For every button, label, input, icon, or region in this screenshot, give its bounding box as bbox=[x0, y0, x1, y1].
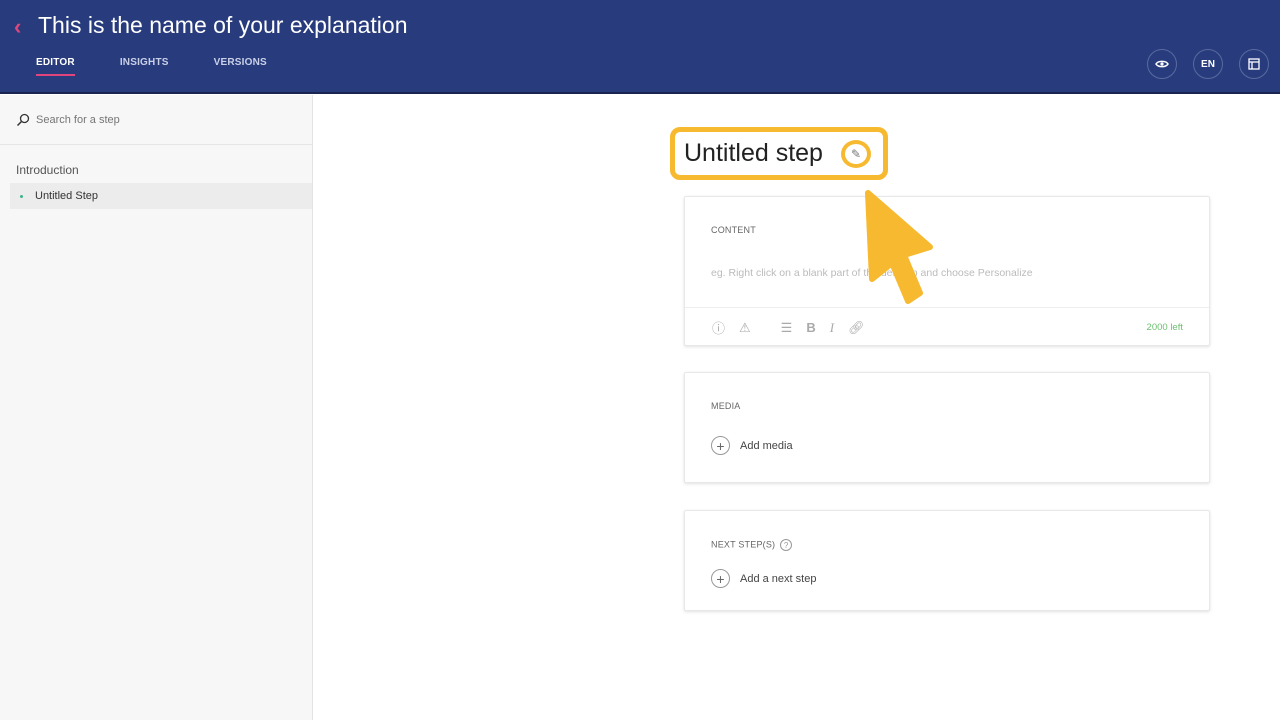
content-label: CONTENT bbox=[711, 225, 756, 235]
chevron-left-icon[interactable]: ‹ bbox=[14, 14, 21, 40]
page-title: This is the name of your explanation bbox=[38, 12, 408, 38]
warning-icon[interactable]: ⚠ bbox=[739, 320, 751, 336]
header: ‹ This is the name of your explanation E… bbox=[0, 0, 1280, 94]
add-next-step-label: Add a next step bbox=[740, 572, 817, 585]
add-media-label: Add media bbox=[740, 439, 793, 452]
help-icon[interactable]: ? bbox=[780, 539, 793, 551]
sidebar-item-label: Untitled Step bbox=[35, 190, 98, 202]
chars-left: 2000 left bbox=[1146, 322, 1183, 333]
search-icon bbox=[16, 113, 30, 126]
search-input[interactable] bbox=[36, 113, 178, 126]
step-title-text: Untitled step bbox=[684, 139, 823, 167]
layout-button[interactable] bbox=[1239, 49, 1269, 79]
tab-versions[interactable]: VERSIONS bbox=[214, 57, 267, 76]
plus-icon: + bbox=[711, 436, 730, 455]
next-steps-card: NEXT STEP(S)? + Add a next step bbox=[684, 510, 1210, 611]
preview-button[interactable] bbox=[1147, 49, 1177, 79]
format-toolbar: ⓘ ⚠ ☰ B I 🔗︎ bbox=[685, 307, 1209, 347]
list-icon[interactable]: ☰ bbox=[781, 320, 793, 336]
tab-insights[interactable]: INSIGHTS bbox=[120, 57, 169, 76]
add-next-step-button[interactable]: + Add a next step bbox=[711, 569, 816, 588]
info-icon[interactable]: ⓘ bbox=[712, 318, 725, 337]
bullet-icon bbox=[20, 194, 23, 198]
sidebar: Introduction Untitled Step bbox=[0, 95, 313, 720]
pointer-arrow-icon bbox=[865, 190, 933, 304]
media-label: MEDIA bbox=[711, 401, 741, 411]
plus-icon: + bbox=[711, 569, 730, 588]
media-card: MEDIA + Add media bbox=[684, 372, 1210, 483]
link-icon[interactable]: 🔗︎ bbox=[848, 320, 865, 336]
add-media-button[interactable]: + Add media bbox=[711, 436, 793, 455]
search-bar bbox=[0, 95, 312, 145]
tab-editor[interactable]: EDITOR bbox=[36, 57, 75, 76]
pencil-icon[interactable]: ✎ bbox=[841, 140, 871, 168]
eye-icon bbox=[1155, 60, 1169, 68]
sidebar-item-untitled-step[interactable]: Untitled Step bbox=[10, 183, 312, 209]
layout-icon bbox=[1248, 58, 1260, 70]
italic-icon[interactable]: I bbox=[830, 320, 834, 336]
section-title: Introduction bbox=[16, 163, 79, 177]
bold-icon[interactable]: B bbox=[806, 320, 815, 335]
tabs: EDITOR INSIGHTS VERSIONS bbox=[36, 57, 312, 76]
language-button[interactable]: EN bbox=[1193, 49, 1223, 79]
content-card: CONTENT eg. Right click on a blank part … bbox=[684, 196, 1210, 346]
next-steps-label: NEXT STEP(S)? bbox=[711, 539, 793, 551]
